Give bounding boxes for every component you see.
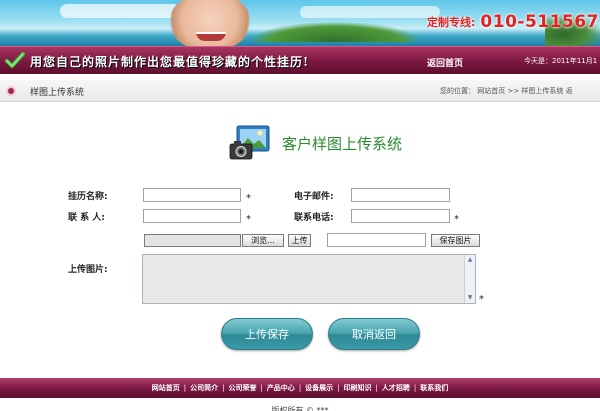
banner-cloud (300, 6, 440, 18)
footer-copyright: 版权所有 © *** (271, 406, 329, 411)
phone-input[interactable] (351, 209, 450, 223)
email-label: 电子邮件: (294, 192, 334, 202)
footer-link[interactable]: 产品中心 (267, 383, 295, 393)
footer-link[interactable]: 公司简介 (190, 383, 218, 393)
scroll-up-icon[interactable]: ▲ (466, 256, 474, 264)
footer-link[interactable]: 联系我们 (420, 383, 448, 393)
scrollbar[interactable]: ▲ ▼ (464, 255, 475, 303)
current-date: 今天是：2011年11月1 (524, 57, 598, 65)
hotline: 定制专线: 010-511567 (427, 12, 599, 32)
required-mark: * (479, 294, 484, 305)
cancel-return-button[interactable]: 取消返回 (328, 318, 420, 350)
uploaded-path-input[interactable] (327, 233, 426, 247)
footer-separator: | (375, 384, 378, 392)
footer-separator: | (222, 384, 225, 392)
browse-button[interactable]: 浏览... (242, 234, 284, 247)
header-banner: 定制专线: 010-511567 (0, 0, 600, 46)
banner-island (250, 22, 420, 42)
checkmark-icon (5, 52, 25, 68)
footer-link[interactable]: 人才招聘 (382, 383, 410, 393)
required-mark: * (246, 214, 251, 225)
calendar-name-label: 挂历名称: (68, 192, 108, 202)
bullet-icon (6, 86, 16, 96)
required-mark: * (454, 214, 459, 225)
footer-link[interactable]: 印刷知识 (344, 383, 372, 393)
banner-child-smile (196, 32, 226, 41)
upload-image-textarea[interactable]: ▲ ▼ (142, 254, 476, 304)
footer-link[interactable]: 公司荣誉 (228, 383, 256, 393)
file-path-input[interactable] (144, 234, 241, 247)
top-nav-band: 用您自己的照片制作出您最值得珍藏的个性挂历! 返回首页 今天是：2011年11月… (0, 46, 600, 74)
breadcrumb-bar: 样图上传系统 您的位置： 网站首页 >> 样图上传系统 返 (0, 80, 600, 102)
contact-label: 联 系 人: (68, 213, 105, 223)
hotline-number: 010-511567 (480, 12, 599, 32)
banner-cloud (60, 4, 180, 18)
footer-separator: | (337, 384, 340, 392)
contact-input[interactable] (143, 209, 241, 223)
footer-link[interactable]: 设备展示 (305, 383, 333, 393)
section-title: 样图上传系统 (30, 88, 85, 98)
footer-nav: 网站首页 | 公司简介 | 公司荣誉 | 产品中心 | 设备展示 | 印刷知识 | 人才招聘 | 联系我们 (0, 378, 600, 398)
footer-nav-band: 网站首页 | 公司简介 | 公司荣誉 | 产品中心 | 设备展示 | 印刷知识 | 人才招聘 | 联系我们 (0, 378, 600, 398)
calendar-name-input[interactable] (143, 188, 241, 202)
home-link[interactable]: 返回首页 (427, 56, 463, 69)
footer-separator: | (260, 384, 263, 392)
breadcrumb[interactable]: 您的位置： 网站首页 >> 样图上传系统 返 (440, 86, 573, 96)
footer-link[interactable]: 网站首页 (152, 383, 180, 393)
camera-photo-icon (229, 125, 270, 160)
footer-separator: | (298, 384, 302, 392)
page-title: 客户样图上传系统 (282, 135, 403, 153)
scroll-down-icon[interactable]: ▼ (466, 294, 474, 302)
phone-label: 联系电话: (294, 213, 334, 223)
footer-separator: | (413, 384, 417, 392)
required-mark: * (246, 193, 251, 204)
footer-separator: | (183, 384, 187, 392)
upload-button[interactable]: 上传 (288, 234, 311, 247)
save-image-button[interactable]: 保存图片 (431, 234, 480, 247)
slogan: 用您自己的照片制作出您最值得珍藏的个性挂历! (30, 55, 310, 69)
upload-image-label: 上传图片: (68, 265, 108, 275)
email-input[interactable] (351, 188, 450, 202)
submit-save-button[interactable]: 上传保存 (221, 318, 313, 350)
hotline-label: 定制专线: (427, 16, 476, 29)
